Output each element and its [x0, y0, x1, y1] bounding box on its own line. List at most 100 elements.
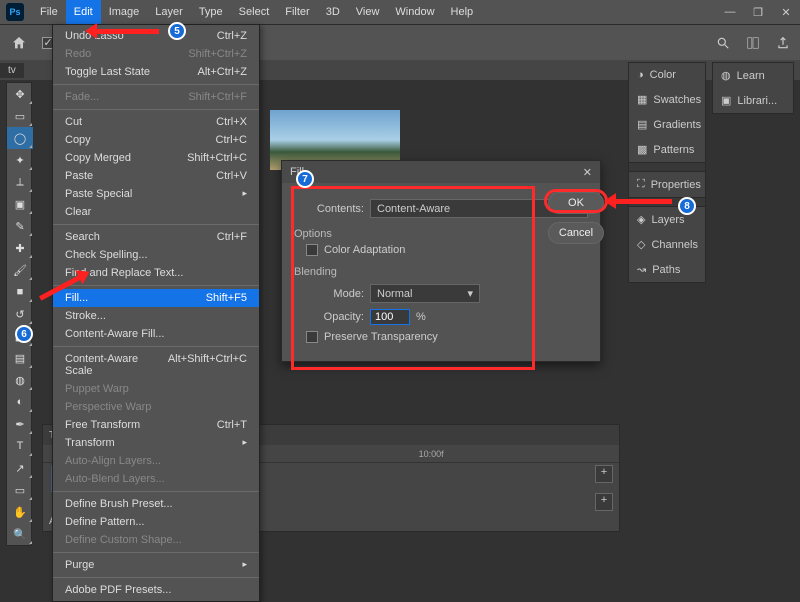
menu-separator	[53, 552, 259, 553]
panel-tab-label: Properties	[651, 179, 701, 191]
menu-item-label: Content-Aware Scale	[65, 353, 168, 377]
tool-type[interactable]: T	[7, 435, 33, 457]
annotation-callout-7: 7	[296, 170, 314, 188]
menu-file[interactable]: File	[32, 0, 66, 24]
tool-wand[interactable]: ✦	[7, 149, 33, 171]
tool-heal[interactable]: ✚	[7, 237, 33, 259]
menu-item-shortcut: Ctrl+F	[217, 231, 247, 243]
menu-view[interactable]: View	[348, 0, 388, 24]
menu-separator	[53, 84, 259, 85]
menu-item-copy[interactable]: CopyCtrl+C	[53, 131, 259, 149]
add-track-button[interactable]: +	[595, 465, 613, 483]
add-track-button[interactable]: +	[595, 493, 613, 511]
tool-zoom[interactable]: 🔍	[7, 523, 33, 545]
menu-item-paste-special[interactable]: Paste Special	[53, 185, 259, 203]
menu-item-free-transform[interactable]: Free TransformCtrl+T	[53, 416, 259, 434]
menu-type[interactable]: Type	[191, 0, 231, 24]
color-adaptation-checkbox[interactable]: Color Adaptation	[306, 244, 588, 256]
menu-image[interactable]: Image	[101, 0, 148, 24]
checkbox-icon	[306, 331, 318, 343]
menu-item-transform[interactable]: Transform	[53, 434, 259, 452]
annotation-callout-6: 6	[15, 325, 33, 343]
tool-eyedrop[interactable]: ✎	[7, 215, 33, 237]
panel-tab-color[interactable]: ◑Color	[629, 63, 705, 87]
menu-item-purge[interactable]: Purge	[53, 556, 259, 574]
menu-layer[interactable]: Layer	[147, 0, 191, 24]
menu-item-search[interactable]: SearchCtrl+F	[53, 228, 259, 246]
workspace-icon[interactable]	[746, 36, 760, 50]
panel-tab-patterns[interactable]: ▩ Patterns	[629, 137, 705, 162]
mode-dropdown[interactable]: Normal ▾	[370, 284, 480, 303]
menu-item-copy-merged[interactable]: Copy MergedShift+Ctrl+C	[53, 149, 259, 167]
tool-gradient[interactable]: ▤	[7, 347, 33, 369]
annotation-callout-8: 8	[678, 197, 696, 215]
tool-stamp[interactable]: ■	[7, 281, 33, 303]
stamp-icon: ■	[17, 286, 24, 298]
cancel-button[interactable]: Cancel	[548, 222, 604, 244]
tool-dodge[interactable]: ◐	[7, 391, 33, 413]
tool-hand[interactable]: ✋	[7, 501, 33, 523]
menu-item-toggle-last-state[interactable]: Toggle Last StateAlt+Ctrl+Z	[53, 63, 259, 81]
window-close-icon[interactable]: ✕	[772, 0, 800, 24]
document-tab[interactable]: tv	[0, 63, 24, 78]
menu-item-auto-align-layers: Auto-Align Layers...	[53, 452, 259, 470]
preserve-transparency-checkbox[interactable]: Preserve Transparency	[306, 331, 588, 343]
ok-button[interactable]: OK	[548, 192, 604, 214]
menu-item-stroke[interactable]: Stroke...	[53, 307, 259, 325]
close-icon[interactable]: ✕	[583, 166, 592, 179]
opacity-field[interactable]: 100	[370, 309, 410, 325]
menu-edit[interactable]: Edit	[66, 0, 101, 24]
menu-select[interactable]: Select	[231, 0, 278, 24]
panel-tab-librari[interactable]: ▣Librari...	[713, 88, 793, 113]
menu-item-label: Transform	[65, 437, 115, 449]
panel-tab-learn[interactable]: ◍Learn	[713, 63, 793, 88]
tool-history[interactable]: ↺	[7, 303, 33, 325]
patterns-icon: ▩	[637, 143, 647, 156]
tool-frame[interactable]: ▣	[7, 193, 33, 215]
tool-lasso[interactable]: ◯	[7, 127, 33, 149]
menu-3d[interactable]: 3D	[318, 0, 348, 24]
panel-tab-swatches[interactable]: ▦Swatches	[629, 87, 705, 112]
menu-item-check-spelling[interactable]: Check Spelling...	[53, 246, 259, 264]
menu-item-define-pattern[interactable]: Define Pattern...	[53, 513, 259, 531]
fill-dialog-titlebar[interactable]: Fill ✕	[282, 161, 600, 183]
tool-marquee[interactable]: ▭	[7, 105, 33, 127]
share-icon[interactable]	[776, 36, 790, 50]
menu-item-paste[interactable]: PasteCtrl+V	[53, 167, 259, 185]
panel-tab-label: Patterns	[653, 144, 694, 156]
learn-icon: ◍	[721, 69, 731, 82]
opacity-percent: %	[416, 311, 426, 323]
menu-item-cut[interactable]: CutCtrl+X	[53, 113, 259, 131]
menu-item-shortcut: Shift+Ctrl+C	[187, 152, 247, 164]
menu-item-content-aware-scale[interactable]: Content-Aware ScaleAlt+Shift+Ctrl+C	[53, 350, 259, 380]
menu-item-fill[interactable]: Fill...Shift+F5	[53, 289, 259, 307]
panel-tab-channels[interactable]: ◇Channels	[629, 232, 705, 257]
edit-menu-dropdown: Undo LassoCtrl+ZRedoShift+Ctrl+ZToggle L…	[52, 24, 260, 602]
search-icon[interactable]	[716, 36, 730, 50]
tool-pen[interactable]: ✒	[7, 413, 33, 435]
menu-item-adobe-pdf-presets[interactable]: Adobe PDF Presets...	[53, 581, 259, 599]
tool-brush[interactable]: 🖌	[7, 259, 33, 281]
menu-item-shortcut: Shift+Ctrl+F	[188, 91, 247, 103]
tool-blur[interactable]: ◍	[7, 369, 33, 391]
window-minimize-icon[interactable]: —	[716, 0, 744, 24]
tool-path[interactable]: ↗	[7, 457, 33, 479]
panel-tab-gradients[interactable]: ▤Gradients	[629, 112, 705, 137]
tool-crop[interactable]: ⟂	[7, 171, 33, 193]
panel-tab-properties[interactable]: ⛶Properties	[629, 172, 705, 197]
menu-item-content-aware-fill[interactable]: Content-Aware Fill...	[53, 325, 259, 343]
menu-filter[interactable]: Filter	[277, 0, 317, 24]
tool-shape[interactable]: ▭	[7, 479, 33, 501]
menu-item-label: Free Transform	[65, 419, 140, 431]
menu-item-label: Define Pattern...	[65, 516, 145, 528]
window-restore-icon[interactable]: ❐	[744, 0, 772, 24]
panel-tab-paths[interactable]: ↝Paths	[629, 257, 705, 282]
menu-window[interactable]: Window	[387, 0, 442, 24]
menu-item-define-brush-preset[interactable]: Define Brush Preset...	[53, 495, 259, 513]
menu-help[interactable]: Help	[443, 0, 482, 24]
paths-icon: ↝	[637, 263, 646, 276]
tool-move[interactable]: ✥	[7, 83, 33, 105]
menu-item-clear[interactable]: Clear	[53, 203, 259, 221]
home-icon[interactable]	[10, 35, 28, 51]
contents-value: Content-Aware	[377, 203, 450, 215]
